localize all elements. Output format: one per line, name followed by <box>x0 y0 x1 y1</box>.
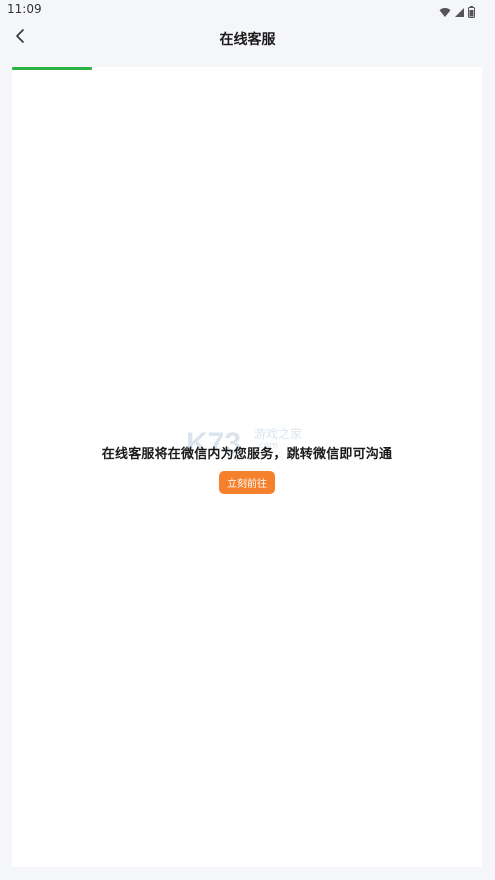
page-load-progress-fill <box>12 67 92 70</box>
go-now-button[interactable]: 立刻前往 <box>219 471 275 494</box>
redirect-message: 在线客服将在微信内为您服务，跳转微信即可沟通 <box>101 447 393 462</box>
status-bar: 11:09 <box>0 0 495 20</box>
webview-content: K73 游戏之家 .com 在线客服将在微信内为您服务，跳转微信即可沟通 立刻前… <box>12 67 482 867</box>
page-title: 在线客服 <box>219 32 276 48</box>
status-time: 11:09 <box>7 2 42 16</box>
page-load-progress <box>12 67 482 70</box>
app-header: 在线客服 <box>0 20 495 58</box>
watermark-site-text: 游戏之家 <box>254 427 303 441</box>
